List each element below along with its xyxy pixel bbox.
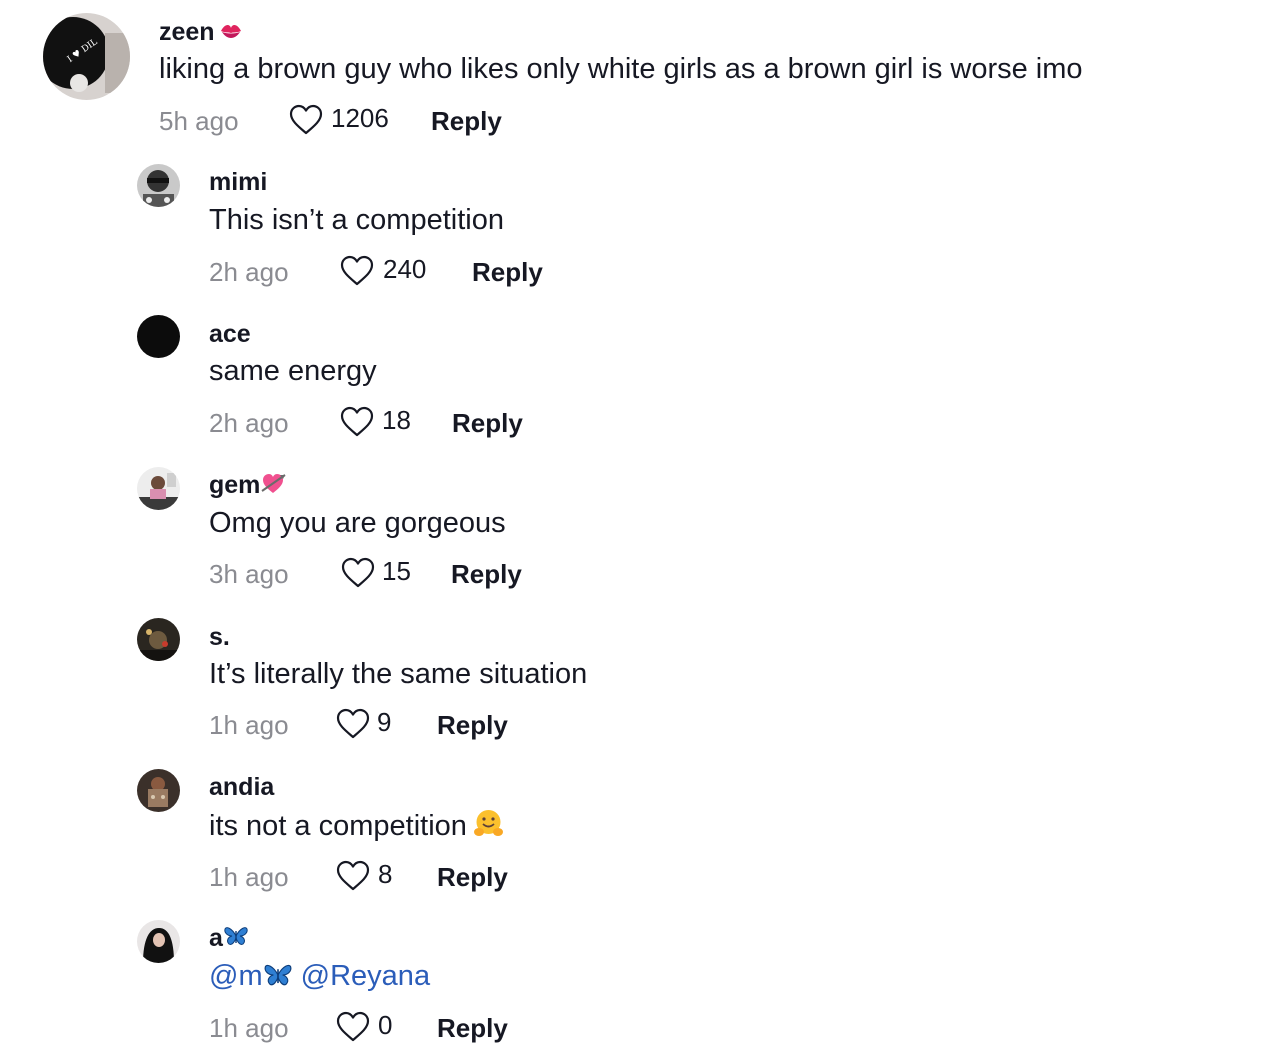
mention-label: @m (209, 960, 263, 992)
heart-icon (336, 1011, 370, 1042)
avatar[interactable] (137, 618, 180, 661)
comment-text: same energy (209, 355, 377, 387)
comment-text: its not a competition (209, 808, 504, 847)
mention-link[interactable]: @m (209, 960, 293, 992)
reply-button[interactable]: Reply (452, 408, 523, 438)
username[interactable]: s. (209, 622, 230, 652)
comment-meta: 3h ago 15 Reply (209, 553, 609, 593)
avatar[interactable]: I ♥ DIL (43, 13, 130, 100)
like-count: 15 (382, 556, 411, 586)
comment-meta: 1h ago 8 Reply (209, 856, 609, 896)
avatar[interactable] (137, 920, 180, 963)
like-count: 18 (382, 405, 411, 435)
hugging-face-icon (473, 808, 504, 847)
reply-button[interactable]: Reply (431, 106, 502, 136)
username[interactable]: a (209, 923, 249, 954)
timestamp: 5h ago (159, 106, 239, 136)
like-count: 9 (377, 707, 392, 737)
username-label: zeen (159, 18, 215, 46)
heart-icon (289, 104, 323, 135)
username[interactable]: andia (209, 772, 274, 802)
mention-link[interactable]: @Reyana (301, 960, 430, 992)
heart-with-arrow-icon (261, 471, 287, 502)
comment-meta: 1h ago 0 Reply (209, 1007, 609, 1047)
comment-meta: 1h ago 9 Reply (209, 704, 609, 744)
reply-button[interactable]: Reply (451, 559, 522, 589)
username[interactable]: ace (209, 319, 251, 349)
like-count: 8 (378, 859, 393, 889)
comment-text-label: its not a competition (209, 810, 467, 842)
username[interactable]: mimi (209, 167, 267, 197)
comment-text: This isn’t a competition (209, 204, 504, 236)
comment-text: Omg you are gorgeous (209, 507, 506, 539)
timestamp: 1h ago (209, 862, 289, 892)
avatar[interactable] (137, 467, 180, 510)
reply-button[interactable]: Reply (437, 1013, 508, 1043)
comment-meta: 5h ago 1206 Reply (159, 100, 559, 140)
heart-icon (336, 708, 370, 739)
username[interactable]: gem (209, 470, 287, 502)
like-count: 1206 (331, 103, 389, 133)
timestamp: 1h ago (209, 1013, 289, 1043)
timestamp: 2h ago (209, 408, 289, 438)
username-label: a (209, 924, 223, 952)
heart-icon (340, 406, 374, 437)
username-label: gem (209, 471, 261, 499)
timestamp: 2h ago (209, 257, 289, 287)
heart-icon (340, 255, 374, 286)
avatar[interactable] (137, 769, 180, 812)
butterfly-icon (263, 962, 293, 996)
kiss-mark-icon (219, 18, 243, 48)
avatar[interactable] (137, 315, 180, 358)
like-count: 240 (383, 254, 427, 284)
reply-button[interactable]: Reply (437, 710, 508, 740)
reply-button[interactable]: Reply (437, 862, 508, 892)
reply-button[interactable]: Reply (472, 257, 543, 287)
comment-meta: 2h ago 240 Reply (209, 251, 609, 291)
timestamp: 1h ago (209, 710, 289, 740)
comment-text: It’s literally the same situation (209, 658, 588, 690)
comment-meta: 2h ago 18 Reply (209, 402, 609, 442)
timestamp: 3h ago (209, 559, 289, 589)
like-count: 0 (378, 1010, 393, 1040)
comment-text: @m @Reyana (209, 959, 430, 996)
butterfly-icon (223, 924, 249, 954)
comment-text: liking a brown guy who likes only white … (159, 53, 1083, 85)
username[interactable]: zeen (159, 17, 243, 48)
heart-icon (336, 860, 370, 891)
heart-icon (341, 557, 375, 588)
avatar[interactable] (137, 164, 180, 207)
